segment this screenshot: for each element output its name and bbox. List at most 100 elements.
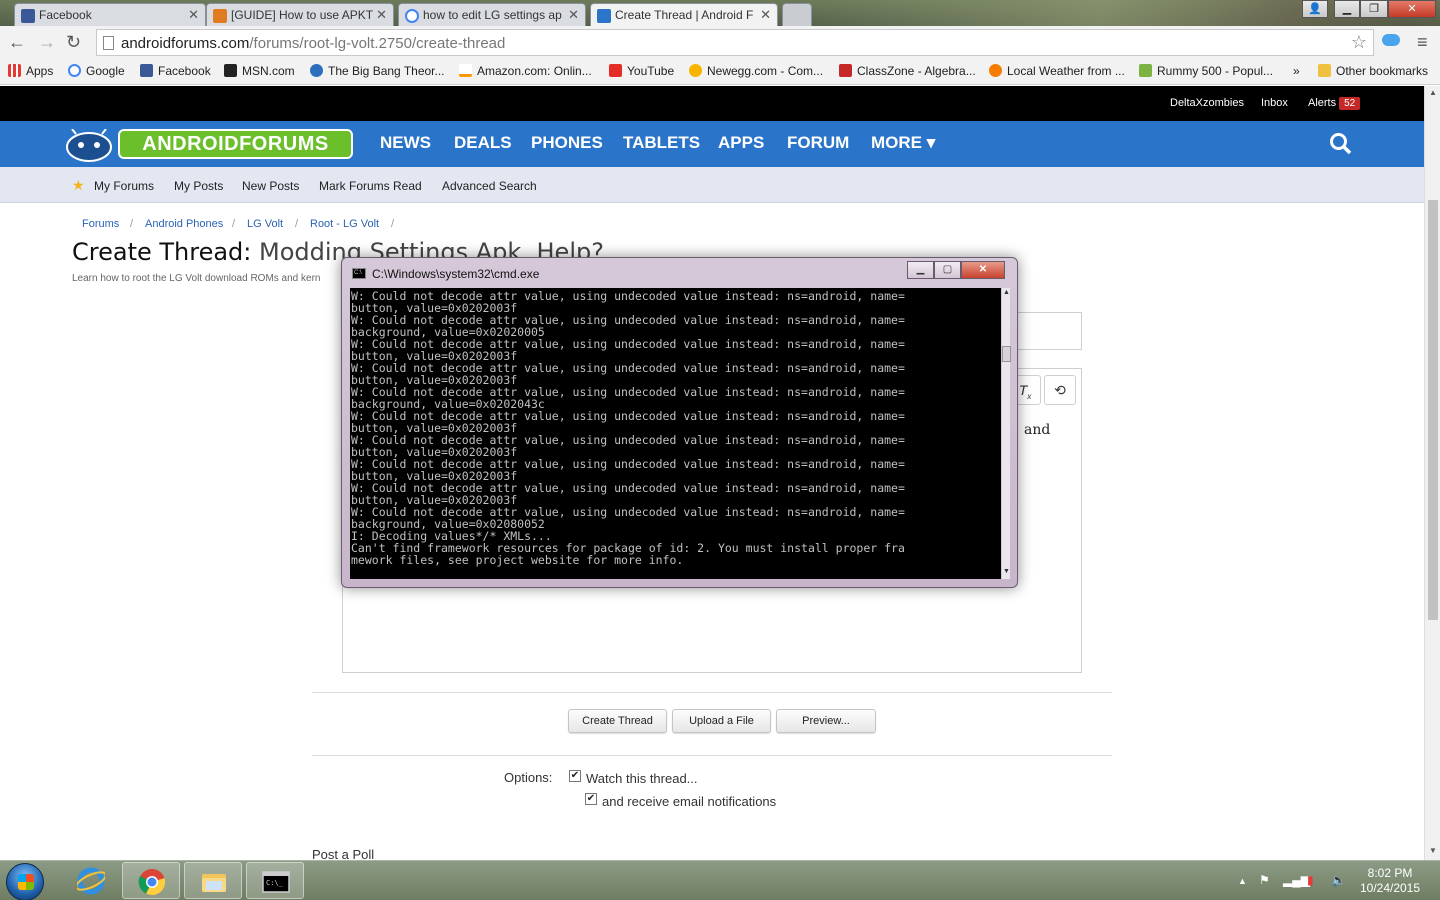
close-tab-icon[interactable]: ✕ (188, 7, 199, 23)
cmd-scrollbar-thumb[interactable] (1002, 346, 1011, 362)
tab-title: Create Thread | Android F (615, 8, 754, 22)
taskbar-file-explorer[interactable] (184, 862, 242, 899)
bookmark-local-weather[interactable]: Local Weather from ... (989, 64, 1125, 78)
preview-button[interactable]: Preview... (776, 709, 876, 733)
close-window-icon[interactable]: ✕ (1388, 0, 1436, 18)
breadcrumb-separator: / (232, 218, 236, 230)
cmd-maximize-icon[interactable]: ▢ (934, 261, 961, 279)
bookmark-youtube[interactable]: YouTube (609, 64, 674, 78)
tab-google-search[interactable]: how to edit LG settings ap ✕ (398, 3, 586, 26)
cmd-scrollbar[interactable]: ▲ ▼ (1001, 288, 1011, 579)
amazon-icon (459, 64, 472, 77)
inbox-link[interactable]: Inbox (1261, 97, 1288, 109)
create-thread-button[interactable]: Create Thread (568, 709, 667, 733)
bookmark-big-bang-theory[interactable]: The Big Bang Theor... (310, 64, 445, 78)
subnav-mark-forums-read[interactable]: Mark Forums Read (319, 179, 422, 193)
email-notifications-checkbox[interactable]: ✔ (585, 793, 597, 805)
google-icon (68, 64, 81, 77)
upload-file-button[interactable]: Upload a File (672, 709, 771, 733)
cmd-console[interactable]: W: Could not decode attr value, using un… (350, 288, 1001, 579)
close-tab-icon[interactable]: ✕ (760, 7, 771, 23)
system-clock[interactable]: 8:02 PM 10/24/2015 (1355, 866, 1425, 896)
breadcrumb-forums[interactable]: Forums (82, 218, 119, 230)
url-text: androidforums.com/forums/root-lg-volt.27… (121, 35, 506, 52)
breadcrumb-lg-volt[interactable]: LG Volt (247, 218, 283, 230)
cmd-icon: C:\_ (262, 871, 290, 893)
divider (312, 692, 1112, 693)
subnav-my-posts[interactable]: My Posts (174, 179, 223, 193)
taskbar-chrome[interactable] (122, 862, 180, 899)
nav-more[interactable]: MORE ▾ (871, 133, 935, 153)
cmd-icon: C:\ (352, 268, 366, 279)
forward-icon[interactable]: → (38, 32, 56, 53)
breadcrumb-android-phones[interactable]: Android Phones (145, 218, 223, 230)
other-bookmarks-folder[interactable]: Other bookmarks (1318, 64, 1428, 78)
page-scrollbar[interactable]: ▲ ▼ (1424, 86, 1440, 860)
tab-title: [GUIDE] How to use APKT (231, 8, 374, 22)
taskbar-internet-explorer[interactable] (62, 862, 120, 899)
address-bar[interactable]: androidforums.com/forums/root-lg-volt.27… (96, 29, 1374, 56)
tab-facebook[interactable]: Facebook ✕ (14, 3, 206, 26)
chrome-menu-icon[interactable]: ≡ (1417, 32, 1428, 53)
volume-icon[interactable]: 🔈 (1331, 873, 1346, 887)
bookmark-amazon[interactable]: Amazon.com: Onlin... (459, 64, 592, 78)
restore-icon[interactable]: ❐ (1360, 0, 1388, 18)
nav-apps[interactable]: APPS (718, 133, 764, 153)
alerts-link[interactable]: Alerts 52 (1308, 97, 1361, 110)
breadcrumb-root-lg-volt[interactable]: Root - LG Volt (310, 218, 379, 230)
androidforums-icon (597, 9, 611, 23)
minimize-icon[interactable]: ▁ (1334, 0, 1360, 18)
close-tab-icon[interactable]: ✕ (376, 7, 387, 23)
bookmark-rummy[interactable]: Rummy 500 - Popul... (1139, 64, 1273, 78)
username-link[interactable]: DeltaXzombies (1170, 97, 1244, 109)
close-tab-icon[interactable]: ✕ (568, 7, 579, 23)
taskbar-cmd[interactable]: C:\_ (246, 862, 304, 899)
bookmark-facebook[interactable]: Facebook (140, 64, 211, 78)
nav-news[interactable]: NEWS (380, 133, 431, 153)
cmd-close-icon[interactable]: ✕ (961, 261, 1005, 279)
scroll-down-arrow-icon[interactable]: ▼ (1429, 846, 1437, 855)
nav-forum[interactable]: FORUM (787, 133, 849, 153)
cloud-extension-icon[interactable] (1382, 34, 1400, 46)
bookmarks-overflow-button[interactable]: » (1293, 64, 1300, 78)
bookmark-apps[interactable]: Apps (8, 64, 53, 78)
cmd-minimize-icon[interactable]: ▁ (907, 261, 934, 279)
androidforums-logo[interactable]: ANDROIDFORUMS (62, 127, 354, 163)
thread-title-input[interactable] (1010, 312, 1082, 350)
nav-phones[interactable]: PHONES (531, 133, 603, 153)
network-signal-icon[interactable]: ▂▄▆ (1283, 873, 1310, 887)
tab-create-thread[interactable]: Create Thread | Android F ✕ (590, 3, 778, 26)
browser-toolbar: ← → ↻ androidforums.com/forums/root-lg-v… (0, 26, 1440, 59)
search-icon[interactable] (1329, 132, 1353, 156)
action-center-flag-icon[interactable]: ⚑ (1259, 873, 1270, 887)
nav-tablets[interactable]: TABLETS (623, 133, 700, 153)
new-tab-button[interactable] (782, 3, 812, 26)
bookmark-star-icon[interactable]: ☆ (1351, 32, 1367, 53)
nav-deals[interactable]: DEALS (454, 133, 512, 153)
toggle-bbcode-icon[interactable]: ⟲ (1044, 375, 1076, 405)
subnav-my-forums[interactable]: My Forums (94, 179, 154, 193)
start-button[interactable] (6, 863, 44, 900)
subnav-advanced-search[interactable]: Advanced Search (442, 179, 537, 193)
divider (312, 755, 1112, 756)
reload-icon[interactable]: ↻ (66, 32, 81, 53)
tab-xda-guide[interactable]: [GUIDE] How to use APKT ✕ (206, 3, 394, 26)
bookmark-classzone[interactable]: ClassZone - Algebra... (839, 64, 976, 78)
scroll-down-arrow-icon[interactable]: ▼ (1003, 568, 1010, 575)
back-icon[interactable]: ← (8, 32, 26, 53)
subnav-new-posts[interactable]: New Posts (242, 179, 299, 193)
scroll-up-arrow-icon[interactable]: ▲ (1003, 289, 1010, 296)
watch-thread-checkbox[interactable]: ✔ (569, 770, 581, 782)
bookmark-newegg[interactable]: Newegg.com - Com... (689, 64, 823, 78)
scroll-up-arrow-icon[interactable]: ▲ (1429, 88, 1437, 97)
show-hidden-icons[interactable]: ▲ (1238, 876, 1247, 886)
bookmark-google[interactable]: Google (68, 64, 125, 78)
bookmark-msn[interactable]: MSN.com (224, 64, 295, 78)
forum-sub-nav: ★ My Forums My Posts New Posts Mark Foru… (0, 167, 1424, 203)
scrollbar-thumb[interactable] (1428, 200, 1438, 620)
user-profile-icon[interactable]: 👤 (1302, 0, 1328, 18)
battery-icon[interactable]: ▮ (1307, 873, 1314, 887)
forum-description: Learn how to root the LG Volt download R… (72, 273, 321, 284)
folder-icon (202, 874, 226, 892)
cmd-window[interactable]: C:\ C:\Windows\system32\cmd.exe ▁ ▢ ✕ W:… (341, 257, 1018, 588)
